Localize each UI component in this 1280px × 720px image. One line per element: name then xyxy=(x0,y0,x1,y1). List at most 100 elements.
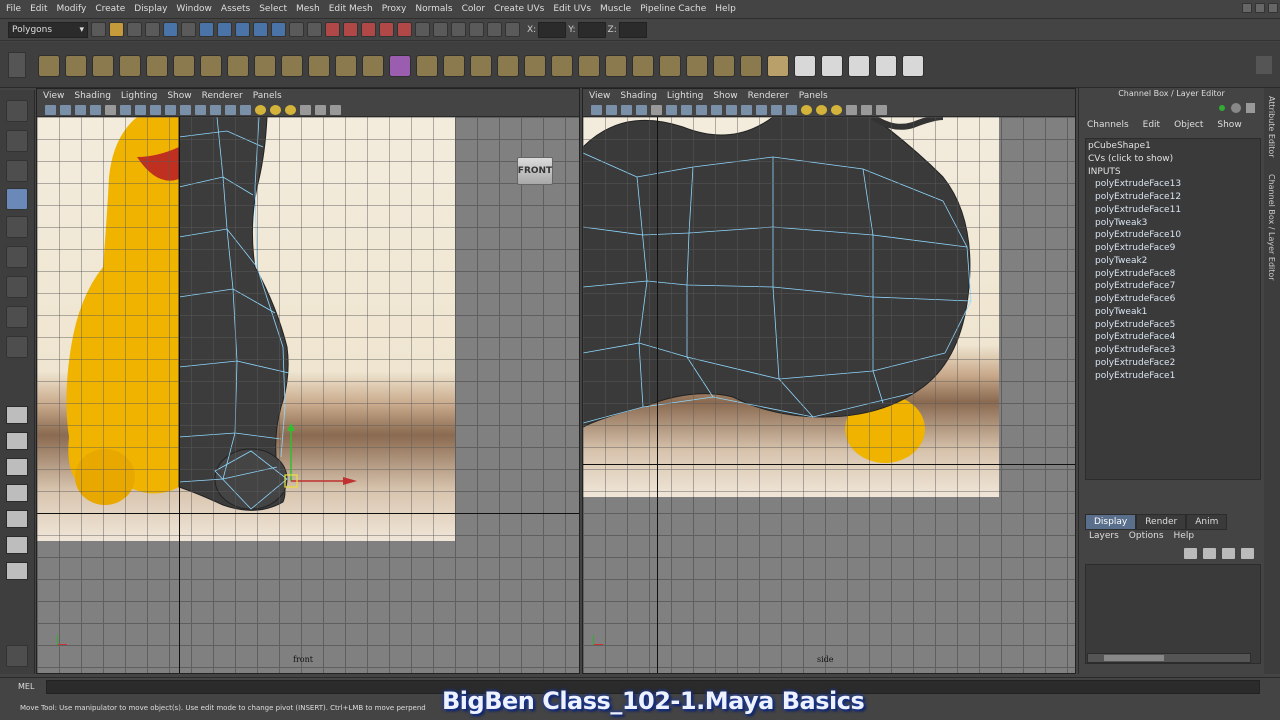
wireframe-on-shaded-icon[interactable] xyxy=(771,104,782,115)
poly-cone-icon[interactable] xyxy=(119,55,141,77)
shape-node-label[interactable]: pCubeShape1 xyxy=(1088,141,1260,154)
poly-cylinder-icon[interactable] xyxy=(92,55,114,77)
menu-create-uvs[interactable]: Create UVs xyxy=(492,4,551,14)
select-camera-icon[interactable] xyxy=(591,104,602,115)
render-settings-icon[interactable] xyxy=(469,22,484,37)
hud-icon[interactable] xyxy=(876,104,887,115)
edge-mask-icon[interactable] xyxy=(217,22,232,37)
menu-create[interactable]: Create xyxy=(93,4,132,14)
input-node[interactable]: polyExtrudeFace9 xyxy=(1088,243,1260,256)
split-polygon-icon[interactable] xyxy=(497,55,519,77)
menu-edit-uvs[interactable]: Edit UVs xyxy=(551,4,598,14)
uv-cylindrical-icon[interactable] xyxy=(821,55,843,77)
menu-help[interactable]: Help xyxy=(713,4,743,14)
input-node[interactable]: polyTweak3 xyxy=(1088,218,1260,231)
wedge-icon[interactable] xyxy=(632,55,654,77)
resolution-gate-icon[interactable] xyxy=(135,104,146,115)
fill-hole-icon[interactable] xyxy=(605,55,627,77)
layout-outliner-icon[interactable] xyxy=(6,562,28,580)
ipr-render-icon[interactable] xyxy=(451,22,466,37)
poly-cube-smooth-icon[interactable] xyxy=(389,55,411,77)
menu-select[interactable]: Select xyxy=(257,4,294,14)
layer-horizontal-scrollbar[interactable] xyxy=(1087,653,1251,663)
select-tool-icon[interactable] xyxy=(6,100,28,122)
layout-persp-outliner-icon[interactable] xyxy=(6,484,28,502)
menu-assets[interactable]: Assets xyxy=(219,4,257,14)
select-hierarchy-icon[interactable] xyxy=(145,22,160,37)
uv-editor-icon[interactable] xyxy=(902,55,924,77)
panel-menu-shading[interactable]: Shading xyxy=(74,91,111,101)
film-gate-icon[interactable] xyxy=(666,104,677,115)
uv-planar-icon[interactable] xyxy=(794,55,816,77)
menu-edit-mesh[interactable]: Edit Mesh xyxy=(327,4,380,14)
input-node[interactable]: polyExtrudeFace6 xyxy=(1088,294,1260,307)
wireframe-icon[interactable] xyxy=(741,104,752,115)
panel-menu-renderer[interactable]: Renderer xyxy=(748,91,789,101)
input-node[interactable]: polyExtrudeFace4 xyxy=(1088,332,1260,345)
shadows-icon[interactable] xyxy=(285,104,296,115)
uv-automatic-icon[interactable] xyxy=(875,55,897,77)
snap-view-plane-icon[interactable] xyxy=(379,22,394,37)
show-manipulator-icon[interactable] xyxy=(6,336,28,358)
menu-pipeline-cache[interactable]: Pipeline Cache xyxy=(638,4,713,14)
cb-menu-show[interactable]: Show xyxy=(1217,120,1241,130)
xray-icon[interactable] xyxy=(240,104,251,115)
panel-menu-show[interactable]: Show xyxy=(713,91,737,101)
sculpt-icon[interactable] xyxy=(767,55,789,77)
all-lights-icon[interactable] xyxy=(270,104,281,115)
shelf-menu-icon[interactable] xyxy=(8,52,26,78)
cleanup-icon[interactable] xyxy=(740,55,762,77)
uv-spherical-icon[interactable] xyxy=(848,55,870,77)
paint-select-tool-icon[interactable] xyxy=(6,160,28,182)
menu-set-dropdown[interactable]: Polygons ▾ xyxy=(8,21,88,38)
poly-pipe-icon[interactable] xyxy=(227,55,249,77)
input-node[interactable]: polyExtrudeFace8 xyxy=(1088,269,1260,282)
select-camera-icon[interactable] xyxy=(45,104,56,115)
menu-window[interactable]: Window xyxy=(174,4,219,14)
save-scene-icon[interactable] xyxy=(127,22,142,37)
highlight-selection-icon[interactable] xyxy=(307,22,322,37)
show-hide-attribute-editor-icon[interactable] xyxy=(487,22,502,37)
snap-grid-icon[interactable] xyxy=(325,22,340,37)
front-view-canvas[interactable]: FRONT front xyxy=(37,117,579,673)
tab-render[interactable]: Render xyxy=(1136,514,1187,530)
poke-face-icon[interactable] xyxy=(659,55,681,77)
menu-proxy[interactable]: Proxy xyxy=(380,4,414,14)
panel-menu-panels[interactable]: Panels xyxy=(799,91,828,101)
all-lights-icon[interactable] xyxy=(816,104,827,115)
menu-mesh[interactable]: Mesh xyxy=(294,4,327,14)
close-icon[interactable] xyxy=(1268,3,1278,13)
panel-menu-lighting[interactable]: Lighting xyxy=(667,91,703,101)
lasso-tool-icon[interactable] xyxy=(6,130,28,152)
input-node[interactable]: polyExtrudeFace1 xyxy=(1088,371,1260,384)
maximize-icon[interactable] xyxy=(1255,3,1265,13)
move-tool-icon[interactable] xyxy=(6,188,28,210)
layer-list[interactable] xyxy=(1085,564,1261,664)
wireframe-icon[interactable] xyxy=(195,104,206,115)
extrude-icon[interactable] xyxy=(416,55,438,77)
bookmarks-icon[interactable] xyxy=(621,104,632,115)
move-layer-up-icon[interactable] xyxy=(1184,548,1197,559)
new-scene-icon[interactable] xyxy=(91,22,106,37)
poly-prism-icon[interactable] xyxy=(200,55,222,77)
move-layer-down-icon[interactable] xyxy=(1203,548,1216,559)
y-field[interactable] xyxy=(577,21,606,38)
menu-file[interactable]: File xyxy=(4,4,28,14)
make-live-icon[interactable] xyxy=(397,22,412,37)
cb-menu-edit[interactable]: Edit xyxy=(1143,120,1160,130)
default-lighting-icon[interactable] xyxy=(255,104,266,115)
channel-box-tab[interactable]: Channel Box / Layer Editor xyxy=(1267,174,1276,281)
universal-manipulator-icon[interactable] xyxy=(6,276,28,298)
tab-display[interactable]: Display xyxy=(1085,514,1137,530)
soft-modification-icon[interactable] xyxy=(6,306,28,328)
default-lighting-icon[interactable] xyxy=(801,104,812,115)
cvs-toggle[interactable]: CVs (click to show) xyxy=(1088,154,1260,167)
menu-edit[interactable]: Edit xyxy=(28,4,54,14)
input-node[interactable]: polyExtrudeFace12 xyxy=(1088,192,1260,205)
history-icon[interactable] xyxy=(415,22,430,37)
paint-effects-icon[interactable] xyxy=(6,645,28,667)
camera-attributes-icon[interactable] xyxy=(606,104,617,115)
append-polygon-icon[interactable] xyxy=(470,55,492,77)
input-node[interactable]: polyExtrudeFace13 xyxy=(1088,179,1260,192)
menu-display[interactable]: Display xyxy=(132,4,174,14)
